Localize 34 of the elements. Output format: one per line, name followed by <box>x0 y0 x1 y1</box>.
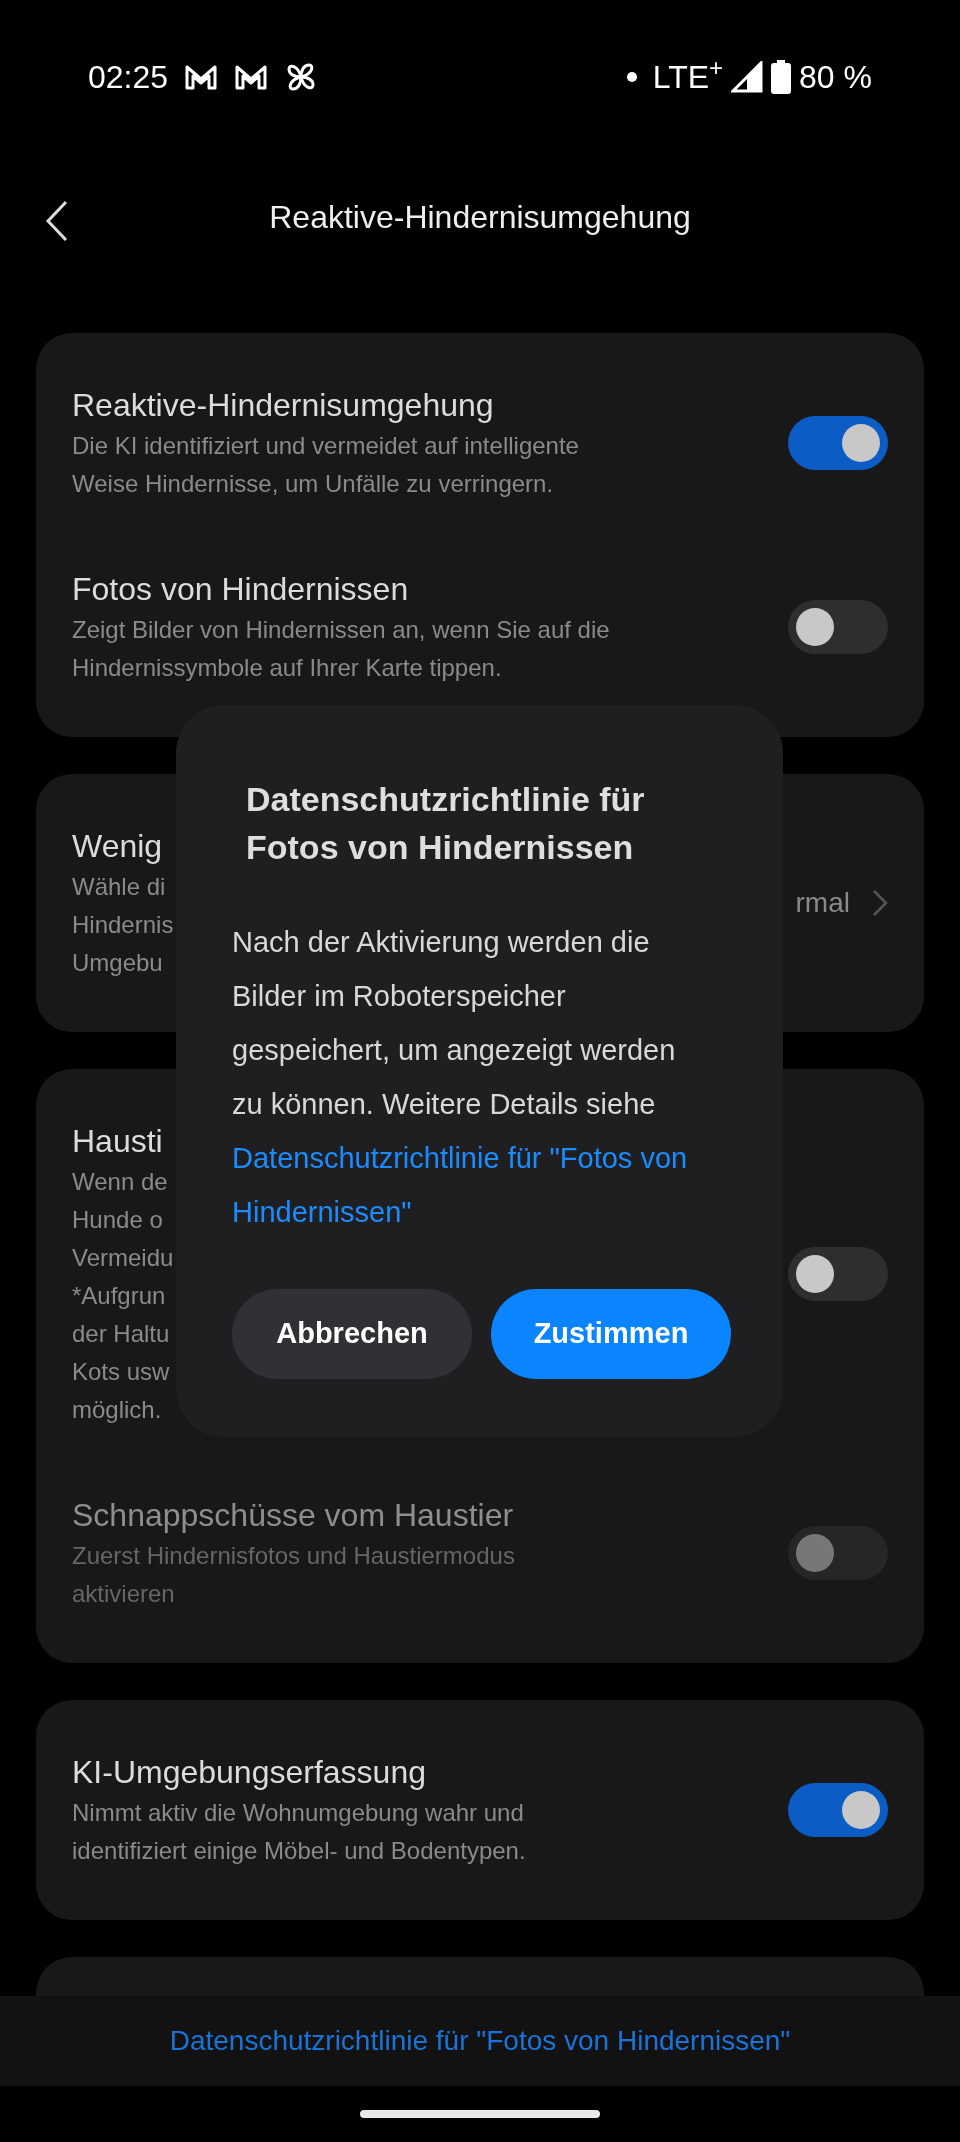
setting-value: rmal <box>795 886 850 920</box>
signal-icon <box>731 61 764 93</box>
battery-icon <box>771 60 792 94</box>
setting-title: KI-Umgebungserfassung <box>72 1753 427 1792</box>
confirm-button[interactable]: Zustimmen <box>491 1289 731 1379</box>
mail-icon <box>184 63 219 91</box>
dot-icon <box>626 72 637 82</box>
chevron-icon <box>872 889 888 917</box>
status-time: 02:25 <box>88 58 169 97</box>
battery-level: 80 % <box>799 58 872 97</box>
dialog-title: Datenschutzrichtlinie für Fotos von Hindernissen <box>246 779 646 868</box>
toggle-switch[interactable] <box>788 600 888 654</box>
setting-description: Zeigt Bilder von Hindernissen an, wenn Sie auf die Hindernissymbole auf Ihrer Karte tippen. <box>72 615 610 683</box>
setting-description: Wähle di Hindernis Umgebu <box>72 872 174 978</box>
back-icon[interactable] <box>44 198 70 244</box>
page-title: Reaktive-Hindernisumgehung <box>269 198 691 237</box>
setting-description: Wenn de Hunde o Vermeidu *Aufgrun der Haltu Kots usw möglich. <box>72 1167 174 1425</box>
setting-title: Schnappschüsse vom Haustier <box>72 1496 515 1535</box>
cancel-button[interactable]: Abbrechen <box>232 1289 472 1379</box>
toggle-switch[interactable] <box>788 416 888 470</box>
setting-title: Hausti <box>72 1122 164 1161</box>
home-handle[interactable] <box>360 2110 600 2118</box>
setting-title: Fotos von Hindernissen <box>72 570 410 609</box>
privacy-link[interactable]: Datenschutzrichtlinie für "Fotos von Hindernissen" <box>232 1131 731 1239</box>
network-type: LTE$^{+}$ <box>652 53 724 97</box>
dialog-message: Nach der Aktivierung werden die Bilder im Roboterspeicher gespeichert, um angezeigt werden zu können. Weitere Details siehe <box>232 925 677 1122</box>
setting-title: Wenig <box>72 827 164 866</box>
setting-description: Nimmt aktiv die Wohnumgebung wahr und identifiziert einige Möbel- und Bodentypen. <box>72 1798 526 1866</box>
setting-title: Reaktive-Hindernisumgehung <box>72 386 495 425</box>
setting-description: Die KI identifiziert und vermeidet auf intelligente Weise Hindernisse, um Unfälle zu verringern. <box>72 431 579 499</box>
toggle-switch[interactable] <box>788 1783 888 1837</box>
setting-description: Zuerst Hindernisfotos und Haustiermodus aktivieren <box>72 1541 515 1609</box>
toggle-switch[interactable] <box>788 1247 888 1301</box>
mail-icon <box>234 63 269 91</box>
